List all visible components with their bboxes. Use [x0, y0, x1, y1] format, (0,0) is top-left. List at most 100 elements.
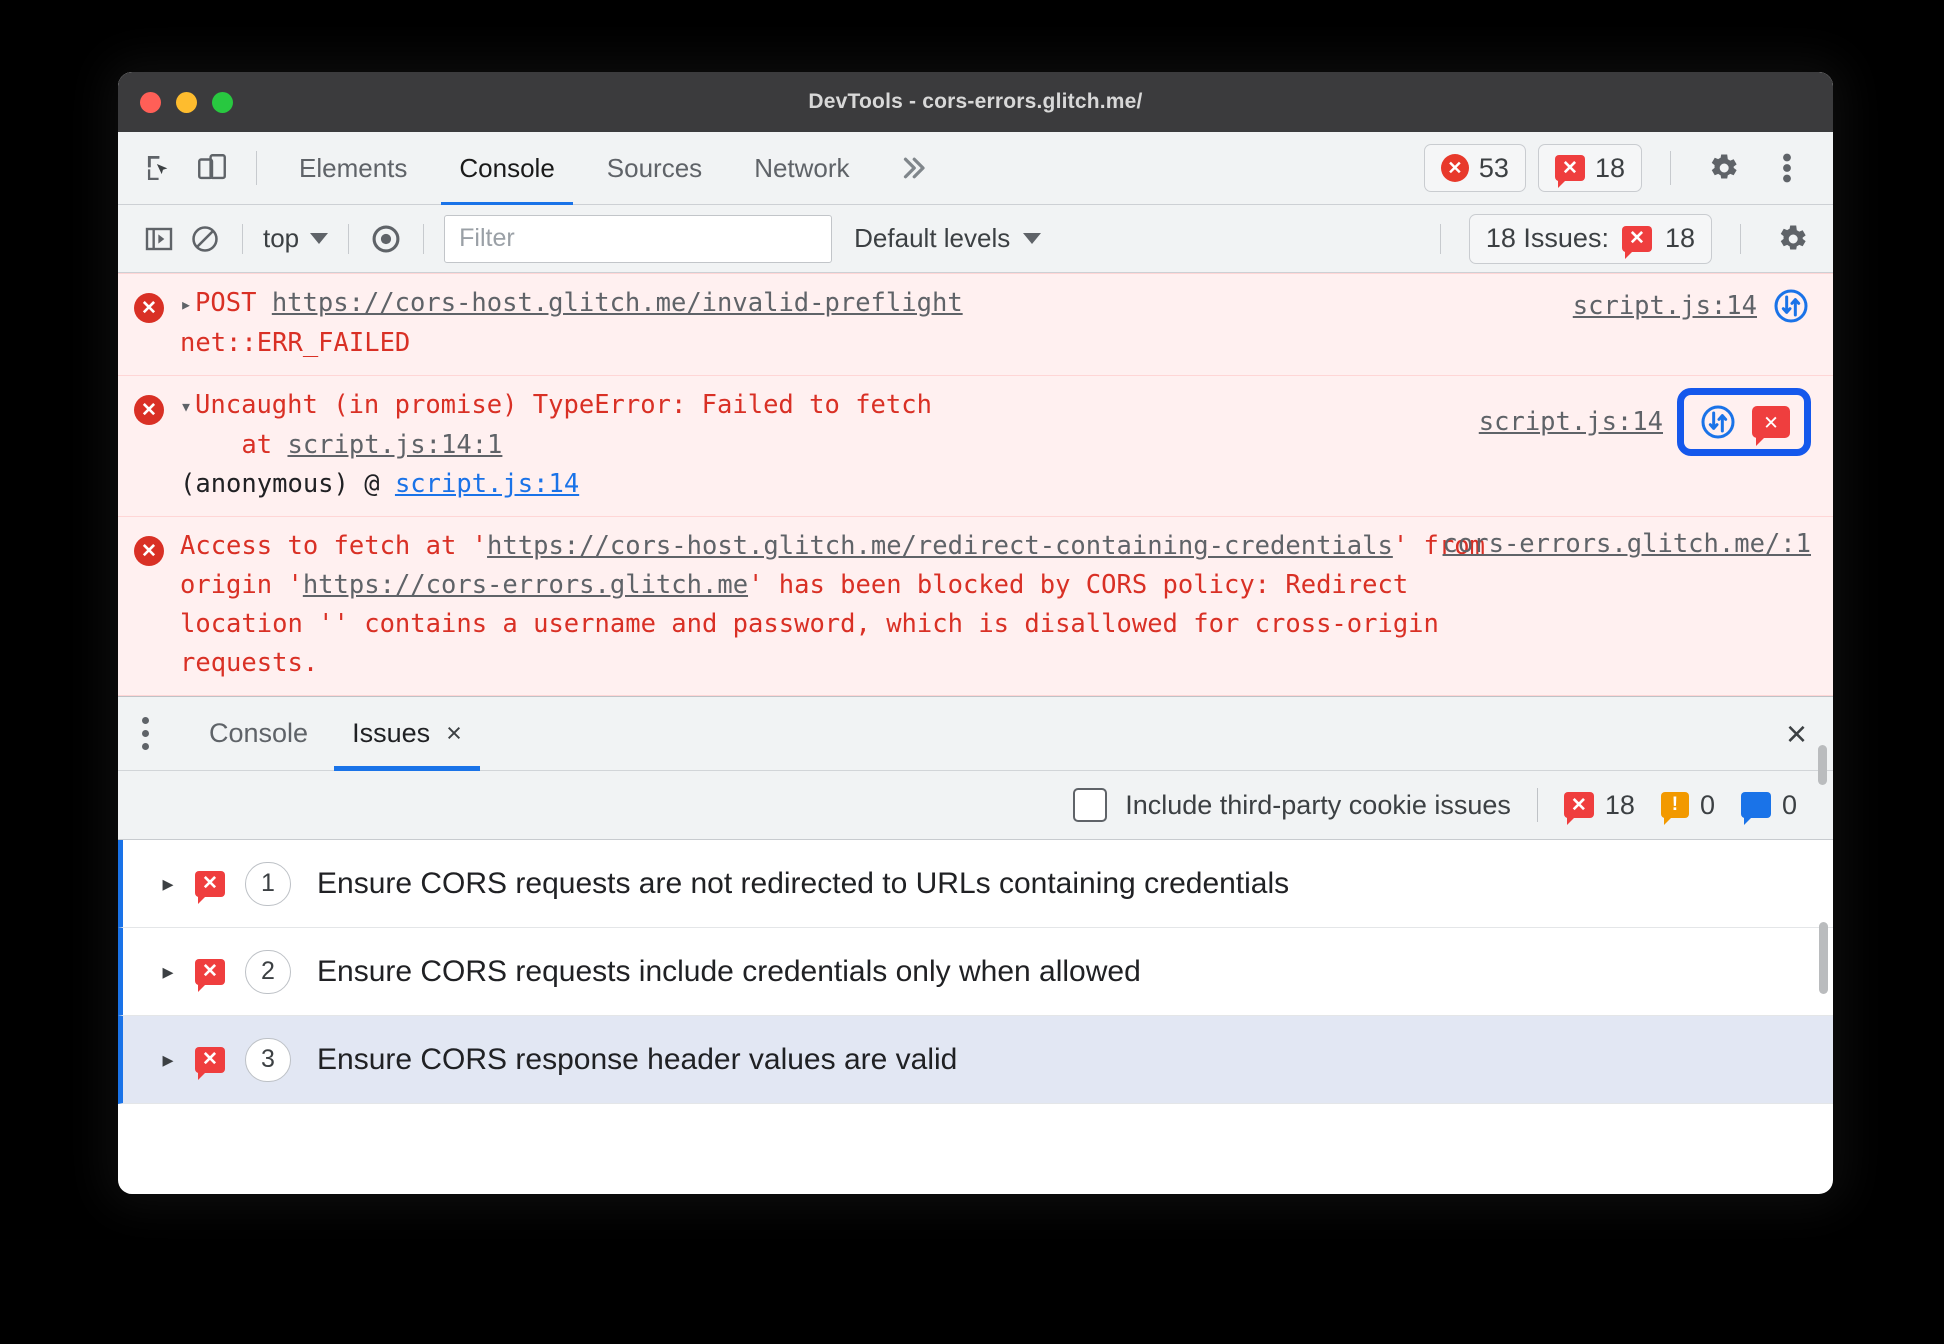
- issue-row-3[interactable]: ▸ ✕ 3 Ensure CORS response header values…: [118, 1016, 1833, 1104]
- console-message-post-failed[interactable]: ✕ ▸ POST https://cors-host.glitch.me/inva…: [118, 273, 1833, 376]
- issue-title-1: Ensure CORS requests are not redirected …: [317, 866, 1290, 900]
- minimize-window-button[interactable]: [176, 91, 197, 113]
- issues-info-count: 0: [1740, 789, 1797, 825]
- tab-console-label: Console: [459, 152, 555, 183]
- source-link-3[interactable]: cors-errors.glitch.me/:1: [1443, 529, 1811, 559]
- issue-row-2[interactable]: ▸ ✕ 2 Ensure CORS requests include crede…: [118, 928, 1833, 1016]
- stack-at-prefix: at: [180, 430, 288, 460]
- issues-error-count-value: 18: [1604, 789, 1635, 820]
- open-in-network-panel-icon[interactable]: [1771, 286, 1811, 326]
- issue-expand-triangle-icon-3[interactable]: ▸: [145, 1047, 191, 1073]
- log-level-label: Default levels: [854, 223, 1011, 253]
- issue-error-badge-icon: ✕: [1563, 792, 1594, 825]
- console-filter-placeholder: Filter: [459, 224, 515, 252]
- issues-scrollbar[interactable]: [1819, 922, 1828, 994]
- issue-error-icon-1: ✕: [195, 870, 225, 904]
- console-message-list[interactable]: ✕ ▸ POST https://cors-host.glitch.me/inva…: [118, 273, 1833, 785]
- console-toolbar-divider-3: [423, 223, 425, 254]
- request-url-link[interactable]: https://cors-host.glitch.me/invalid-pref…: [272, 288, 963, 318]
- error-icon-wrapper-3: ✕: [118, 527, 180, 683]
- drawer-tab-issues-label: Issues: [352, 718, 431, 748]
- issues-counter[interactable]: ✕ 18: [1537, 144, 1642, 192]
- close-drawer-icon[interactable]: ×: [1786, 715, 1807, 752]
- console-toolbar-divider-4: [1439, 223, 1441, 254]
- issues-summary-button[interactable]: 18 Issues: ✕ 18: [1468, 213, 1712, 264]
- execution-context-label: top: [263, 223, 300, 253]
- issues-counter-value: 18: [1594, 152, 1625, 183]
- drawer-menu-icon[interactable]: [142, 717, 149, 750]
- inspect-element-icon[interactable]: [136, 144, 184, 192]
- cors-text-part1: Access to fetch at ': [180, 531, 488, 561]
- issue-expand-triangle-icon[interactable]: ▸: [145, 871, 191, 897]
- source-link-2[interactable]: script.js:14: [1479, 407, 1663, 437]
- error-counter[interactable]: ✕ 53: [1423, 144, 1526, 192]
- log-level-selector[interactable]: Default levels: [854, 223, 1042, 254]
- device-toolbar-icon[interactable]: [188, 144, 236, 192]
- issue-expand-triangle-icon-2[interactable]: ▸: [145, 959, 191, 985]
- cors-request-url-link[interactable]: https://cors-host.glitch.me/redirect-con…: [487, 531, 1393, 561]
- console-toolbar-divider-5: [1740, 223, 1741, 254]
- issue-error-icon-3: ✕: [195, 1046, 225, 1080]
- more-tabs-chevron-icon[interactable]: [876, 153, 950, 183]
- close-issues-tab-icon[interactable]: ×: [446, 718, 462, 749]
- console-settings-gear-icon[interactable]: [1769, 216, 1815, 262]
- issue-count-3: 3: [245, 1037, 291, 1082]
- live-expression-eye-icon[interactable]: [363, 216, 409, 262]
- issue-row-1[interactable]: ▸ ✕ 1 Ensure CORS requests are not redir…: [118, 840, 1833, 928]
- gear-icon[interactable]: [1699, 144, 1747, 192]
- error-circle-x-icon-3: ✕: [134, 536, 164, 566]
- error-icon-wrapper-2: ✕: [118, 386, 180, 504]
- chevron-down-icon-levels: [1023, 233, 1042, 244]
- clear-console-icon[interactable]: [182, 216, 228, 262]
- tabstrip-status-area: ✕ 53 ✕ 18: [1423, 144, 1833, 192]
- issue-error-icon-2: ✕: [195, 958, 225, 992]
- cors-origin-link[interactable]: https://cors-errors.glitch.me: [303, 570, 748, 600]
- issue-speech-bubble-icon-toolbar: ✕: [1621, 225, 1652, 259]
- maximize-window-button[interactable]: [212, 91, 233, 113]
- tab-network-label: Network: [754, 152, 850, 183]
- console-scrollbar[interactable]: [1818, 745, 1827, 785]
- console-message-uncaught-typeerror[interactable]: ✕ ▾ Uncaught (in promise) TypeError: Fail…: [118, 376, 1833, 517]
- tab-sources-label: Sources: [606, 152, 703, 183]
- open-in-network-panel-icon-2[interactable]: [1698, 402, 1738, 442]
- third-party-cookie-label: Include third-party cookie issues: [1125, 789, 1511, 820]
- anonymous-frame-link[interactable]: script.js:14: [395, 469, 579, 499]
- close-window-button[interactable]: [140, 91, 161, 113]
- highlighted-action-buttons[interactable]: ✕: [1677, 388, 1811, 456]
- issue-count-2: 2: [245, 949, 291, 994]
- console-message-cors-blocked[interactable]: ✕ Access to fetch at 'https://cors-host.…: [118, 517, 1833, 696]
- chevron-down-icon: [310, 233, 329, 244]
- tab-network[interactable]: Network: [728, 132, 875, 205]
- tab-elements[interactable]: Elements: [273, 132, 433, 205]
- issue-warning-badge-icon: !: [1660, 792, 1689, 825]
- collapse-triangle-icon[interactable]: ▾: [180, 387, 192, 426]
- console-toolbar-divider: [242, 223, 243, 254]
- tab-sources[interactable]: Sources: [581, 132, 728, 205]
- console-filter-input[interactable]: Filter: [444, 214, 833, 263]
- three-dot-menu-icon[interactable]: [1763, 144, 1811, 192]
- source-link[interactable]: script.js:14: [1573, 291, 1757, 321]
- issues-summary-count: 18: [1664, 223, 1695, 253]
- drawer-tab-issues[interactable]: Issues ×: [330, 697, 484, 771]
- console-message-source-area-2: script.js:14 ✕: [1479, 388, 1811, 456]
- expand-triangle-icon[interactable]: ▸: [180, 285, 192, 324]
- third-party-cookie-checkbox-row[interactable]: Include third-party cookie issues: [1073, 788, 1511, 822]
- traffic-light-buttons[interactable]: [140, 72, 233, 132]
- tab-elements-label: Elements: [299, 152, 408, 183]
- console-toolbar: top Filter Default levels 18 Issues: ✕ 1…: [118, 205, 1833, 273]
- issues-info-count-value: 0: [1781, 789, 1797, 820]
- drawer-tab-console-label: Console: [209, 718, 309, 748]
- issues-summary-label: 18 Issues:: [1485, 223, 1609, 253]
- devtools-window: DevTools - cors-errors.glitch.me/ Elemen…: [118, 72, 1833, 1194]
- issues-list[interactable]: ▸ ✕ 1 Ensure CORS requests are not redir…: [118, 840, 1833, 1104]
- open-issue-badge-icon[interactable]: ✕: [1752, 406, 1790, 446]
- stack-source-link[interactable]: script.js:14:1: [287, 430, 502, 460]
- issues-warning-count: ! 0: [1660, 790, 1715, 825]
- third-party-cookie-checkbox[interactable]: [1073, 788, 1108, 822]
- issue-speech-bubble-icon: ✕: [1554, 155, 1585, 188]
- console-sidebar-icon[interactable]: [136, 216, 182, 262]
- tab-console[interactable]: Console: [433, 132, 580, 205]
- issues-filter-bar: Include third-party cookie issues ✕ 18 !…: [118, 770, 1833, 840]
- drawer-tab-console[interactable]: Console: [187, 697, 330, 771]
- execution-context-selector[interactable]: top: [257, 223, 334, 254]
